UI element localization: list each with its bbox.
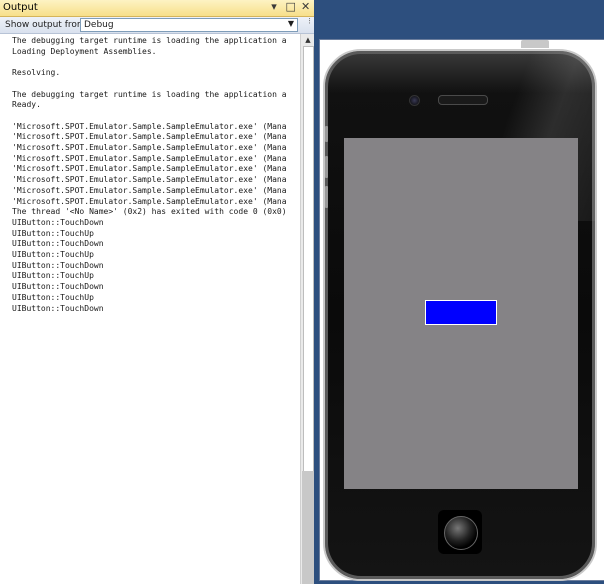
output-log[interactable]: The debugging target runtime is loading …	[0, 34, 300, 584]
scroll-track[interactable]	[302, 471, 314, 584]
output-toolbar: Show output from: Debug ▼ ⁝	[0, 17, 314, 34]
output-scrollbar[interactable]: ▲	[300, 34, 315, 584]
show-output-select[interactable]: Debug ▼	[80, 18, 298, 32]
camera-icon	[409, 95, 420, 106]
output-pane: Output ▾ □ ✕ Show output from: Debug ▼ ⁝…	[0, 0, 315, 584]
speaker-grille	[438, 95, 488, 105]
mute-switch[interactable]	[325, 126, 328, 142]
chevron-down-icon[interactable]: ▼	[288, 19, 294, 28]
touch-button[interactable]	[425, 300, 497, 325]
home-button[interactable]	[438, 510, 482, 554]
volume-up-button[interactable]	[325, 156, 328, 178]
title-buttons: ▾ □ ✕	[270, 0, 311, 13]
show-output-label: Show output from:	[5, 20, 89, 30]
scroll-thumb[interactable]	[303, 46, 314, 472]
output-title-bar[interactable]: Output ▾ □ ✕	[0, 0, 314, 17]
restore-icon[interactable]: □	[286, 0, 296, 13]
close-icon[interactable]: ✕	[301, 0, 311, 13]
show-output-value: Debug	[84, 20, 114, 30]
pin-icon[interactable]: ▾	[270, 0, 280, 13]
output-title: Output	[3, 2, 38, 13]
log-text: The debugging target runtime is loading …	[12, 36, 287, 313]
phone-power-button[interactable]	[521, 40, 549, 48]
home-button-icon	[444, 516, 478, 550]
toolbar-grip-icon: ⁝	[308, 17, 311, 27]
volume-down-button[interactable]	[325, 186, 328, 208]
scroll-up-arrow-icon[interactable]: ▲	[301, 34, 315, 46]
